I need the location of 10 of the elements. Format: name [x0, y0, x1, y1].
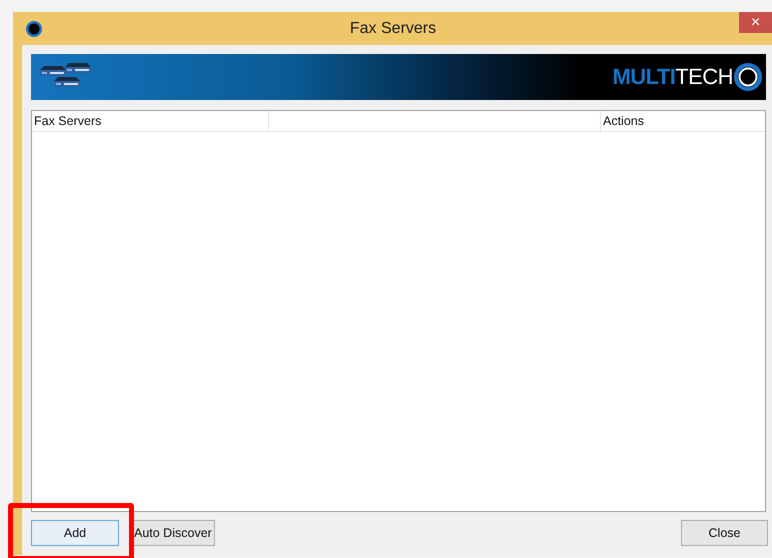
logo-text: MULTITECH [612, 66, 733, 88]
app-icon [25, 20, 43, 38]
column-header[interactable]: Fax Servers [32, 111, 269, 131]
window-title: Fax Servers [350, 18, 436, 38]
action-button[interactable]: Auto Discover [131, 520, 215, 546]
logo-ring-icon [733, 62, 763, 92]
action-button[interactable]: Add [31, 520, 119, 546]
close-button[interactable]: × [739, 12, 772, 33]
close-dialog-button[interactable]: Close [681, 520, 768, 546]
column-header[interactable]: Actions [601, 111, 765, 131]
